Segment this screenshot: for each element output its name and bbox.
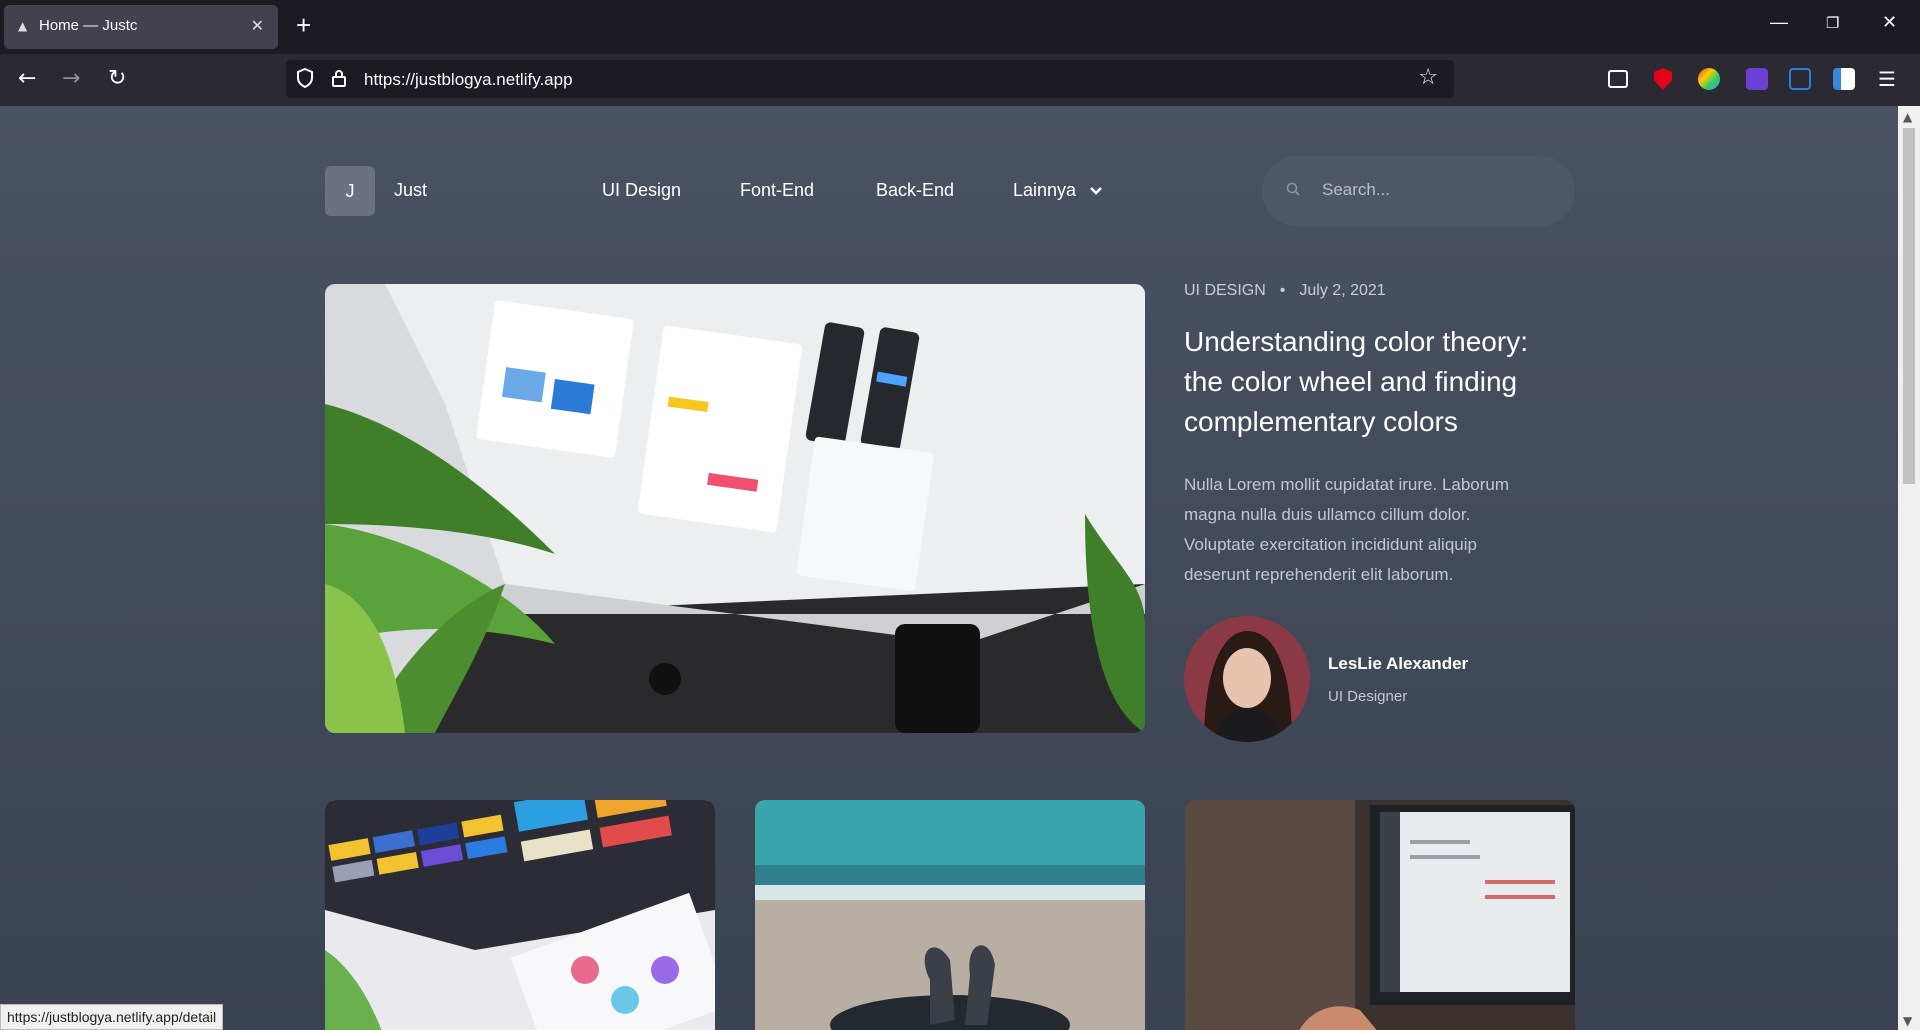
author-role: UI Designer (1328, 688, 1408, 705)
url-text[interactable]: https://justblogya.netlify.app (364, 70, 573, 90)
s-extension-icon[interactable] (1833, 68, 1855, 90)
reload-icon[interactable]: ↻ (108, 66, 126, 91)
nav-lainnya-label: Lainnya (1013, 180, 1077, 200)
post-card-color-swatches[interactable] (325, 800, 715, 1030)
post-card-laptop[interactable] (1185, 800, 1575, 1030)
ublock-shield-icon[interactable] (1654, 68, 1672, 90)
back-icon[interactable]: ← (18, 66, 36, 91)
new-tab-button[interactable]: + (296, 10, 311, 41)
meta-separator: • (1279, 282, 1286, 299)
window-close-icon[interactable]: ✕ (1882, 12, 1897, 33)
color-swatches-photo (325, 800, 715, 1030)
link-status-bar: https://justblogya.netlify.app/detail (0, 1004, 224, 1030)
notion-extension-icon[interactable] (1789, 68, 1811, 90)
laptop-photo (1185, 800, 1575, 1030)
nav-lainnya[interactable]: Lainnya (1013, 180, 1103, 201)
search-icon (1286, 182, 1300, 196)
extension-badge-icon[interactable] (1746, 68, 1768, 90)
nav-font-end[interactable]: Font-End (740, 180, 814, 201)
site-name[interactable]: Just (394, 180, 427, 201)
scrollbar-thumb[interactable] (1903, 128, 1915, 484)
color-extension-icon[interactable] (1698, 68, 1720, 90)
author-photo (1184, 616, 1310, 742)
beach-photo (755, 800, 1145, 1030)
address-bar[interactable]: https://justblogya.netlify.app ☆ (286, 60, 1454, 98)
restore-icon[interactable]: ❐ (1826, 14, 1839, 32)
page-scrollbar[interactable]: ▲ ▼ (1898, 106, 1920, 1030)
chevron-down-icon (1090, 187, 1102, 195)
tab-close-icon[interactable]: ✕ (251, 16, 264, 35)
post-date: July 2, 2021 (1299, 282, 1386, 299)
post-meta: UI DESIGN • July 2, 2021 (1184, 282, 1386, 300)
lock-icon[interactable] (330, 68, 348, 88)
nav-ui-design[interactable]: UI Design (602, 180, 681, 201)
app-menu-icon[interactable]: ☰ (1878, 67, 1896, 91)
scroll-up-icon[interactable]: ▲ (1903, 110, 1912, 124)
featured-post-image[interactable] (325, 284, 1145, 733)
pocket-icon[interactable] (1608, 70, 1628, 88)
author-avatar (1184, 616, 1310, 742)
site-favicon-icon: ▲ (18, 19, 28, 33)
minimize-icon[interactable]: — (1770, 12, 1788, 33)
forward-icon[interactable]: → (62, 66, 80, 91)
web-page: J Just UI Design Font-End Back-End Lainn… (0, 106, 1898, 1030)
nav-back-end[interactable]: Back-End (876, 180, 954, 201)
browser-toolbar: ← → ↻ https://justblogya.netlify.app ☆ ☰ (0, 54, 1920, 106)
tracking-shield-icon[interactable] (296, 68, 314, 88)
monitor-photo (325, 284, 1145, 733)
post-excerpt: Nulla Lorem mollit cupidatat irure. Labo… (1184, 475, 1510, 584)
search-box[interactable]: Search... (1262, 156, 1575, 226)
browser-tab-strip: ▲ Home — Justc ✕ + — ❐ ✕ (0, 0, 1920, 54)
scroll-down-icon[interactable]: ▼ (1903, 1014, 1912, 1028)
site-logo[interactable]: J (325, 166, 375, 216)
post-card-beach[interactable] (755, 800, 1145, 1030)
post-title[interactable]: Understanding color theory: the color wh… (1184, 322, 1564, 442)
browser-tab-active[interactable]: ▲ Home — Justc ✕ (4, 5, 278, 49)
author-name[interactable]: LesLie Alexander (1328, 654, 1468, 674)
search-input[interactable]: Search... (1322, 180, 1390, 200)
post-category[interactable]: UI DESIGN (1184, 282, 1266, 299)
tab-title: Home — Justc (39, 17, 138, 34)
bookmark-star-icon[interactable]: ☆ (1418, 65, 1438, 90)
